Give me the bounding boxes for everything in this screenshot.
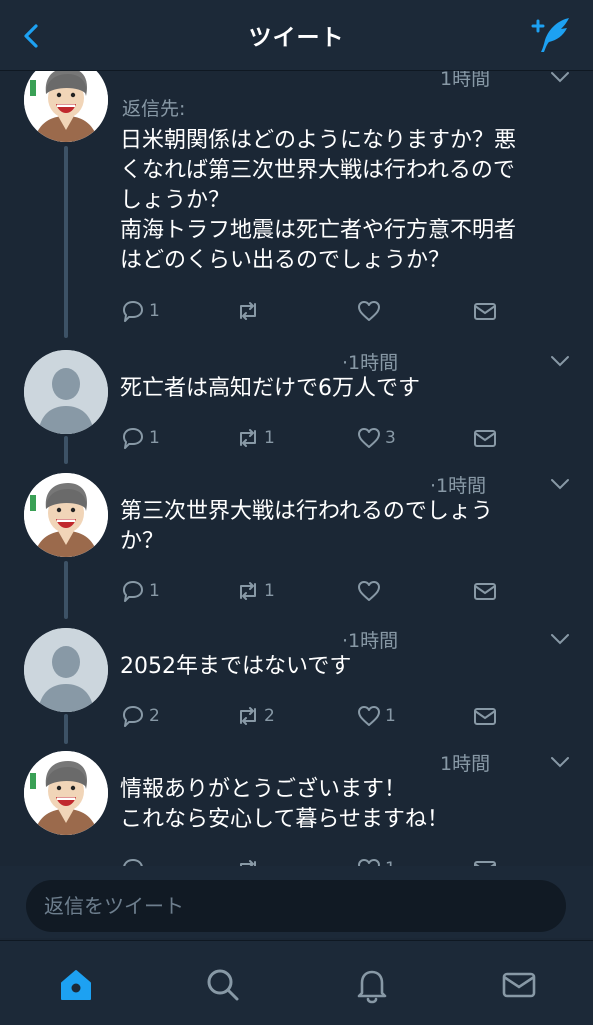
tweet-text: 日米朝関係はどのようになりますか？悪 くなれば第三次世界大戦は行われるので しょ… — [120, 128, 517, 273]
heart-icon — [358, 706, 380, 726]
notifications-icon — [357, 970, 387, 1004]
like-count: 1 — [385, 706, 396, 726]
chevron-down-icon[interactable] — [549, 632, 571, 646]
share-dm-button[interactable] — [472, 577, 498, 605]
envelope-icon — [474, 303, 496, 320]
illustrated-avatar-icon — [24, 751, 108, 835]
tab-home[interactable] — [56, 965, 96, 1005]
tweet-actions: 1 — [120, 297, 520, 325]
thread-line — [64, 146, 68, 338]
tweet-text: 死亡者は高知だけで6万人です — [120, 376, 420, 401]
tweet-5[interactable]: 1時間 情報ありがとうございます！ これなら安心して暮らせますね！ 1 — [0, 745, 593, 870]
retweet-button[interactable]: 1 — [235, 577, 275, 605]
avatar[interactable] — [24, 70, 108, 142]
reply-count: 1 — [149, 301, 160, 321]
heart-icon — [358, 428, 380, 448]
reply-icon — [123, 301, 143, 322]
bottom-tab-bar — [0, 940, 593, 1025]
avatar[interactable] — [24, 751, 108, 835]
tweet-time: ·1時間 — [342, 630, 399, 652]
thread-line — [64, 436, 68, 464]
tweet-1[interactable]: 1時間 返信先: 日米朝関係はどのようになりますか？悪 くなれば第三次世界大戦は… — [0, 70, 593, 340]
chevron-down-icon[interactable] — [549, 70, 571, 84]
reply-icon — [123, 581, 143, 602]
tweet-text: 2052年まではないです — [120, 654, 352, 679]
avatar[interactable] — [24, 473, 108, 557]
tweet-text: 情報ありがとうございます！ これなら安心して暮らせますね！ — [120, 777, 449, 832]
envelope-icon — [474, 583, 496, 600]
reply-count: 1 — [149, 428, 160, 448]
tweet-4[interactable]: ·1時間 2052年まではないです 2 2 1 — [0, 620, 593, 745]
conversation-thread[interactable]: 1時間 返信先: 日米朝関係はどのようになりますか？悪 くなれば第三次世界大戦は… — [0, 70, 593, 870]
heart-icon — [358, 301, 380, 321]
reply-input[interactable] — [26, 880, 566, 932]
tweet-time: ·1時間 — [430, 475, 487, 497]
chevron-down-icon[interactable] — [549, 354, 571, 368]
page-title: ツイート — [248, 25, 345, 51]
retweet-count: 1 — [264, 428, 275, 448]
tab-messages[interactable] — [499, 965, 539, 1005]
share-dm-button[interactable] — [472, 702, 498, 730]
like-button[interactable]: 3 — [356, 424, 396, 452]
chevron-down-icon[interactable] — [549, 755, 571, 769]
default-avatar-icon — [24, 628, 108, 712]
tweet-time: ·1時間 — [342, 352, 399, 374]
like-count: 3 — [385, 428, 396, 448]
tweet-actions: 2 2 1 — [120, 702, 520, 730]
tweet-text: 第三次世界大戦は行われるのでしょう か？ — [120, 499, 493, 554]
like-button[interactable]: 1 — [356, 702, 396, 730]
retweet-icon — [240, 429, 256, 447]
thread-line — [64, 714, 68, 744]
tweet-time: 1時間 — [440, 753, 491, 775]
reply-button[interactable]: 1 — [120, 577, 160, 605]
tweet-actions: 1 1 3 — [120, 424, 520, 452]
retweet-icon — [240, 302, 256, 320]
reply-count: 2 — [149, 706, 160, 726]
top-bar: ツイート — [0, 0, 593, 71]
illustrated-avatar-icon — [24, 70, 108, 142]
envelope-icon — [474, 708, 496, 725]
reply-button[interactable]: 1 — [120, 424, 160, 452]
retweet-icon — [240, 582, 256, 600]
share-dm-button[interactable] — [472, 297, 498, 325]
search-icon — [207, 969, 239, 1001]
tweet-actions: 1 1 — [120, 577, 520, 605]
reply-to-label: 返信先: — [122, 98, 186, 120]
reply-button[interactable]: 1 — [120, 297, 160, 325]
chevron-down-icon[interactable] — [549, 477, 571, 491]
tab-notifications[interactable] — [352, 965, 392, 1005]
reply-count: 1 — [149, 581, 160, 601]
retweet-button[interactable] — [235, 297, 264, 325]
avatar[interactable] — [24, 628, 108, 712]
thread-line — [64, 561, 68, 619]
reply-button[interactable]: 2 — [120, 702, 160, 730]
illustrated-avatar-icon — [24, 473, 108, 557]
retweet-button[interactable]: 2 — [235, 702, 275, 730]
retweet-button[interactable]: 1 — [235, 424, 275, 452]
retweet-icon — [240, 707, 256, 725]
reply-composer — [0, 866, 593, 938]
heart-icon — [358, 581, 380, 601]
tweet-2[interactable]: ·1時間 死亡者は高知だけで6万人です 1 1 3 — [0, 340, 593, 465]
reply-icon — [123, 428, 143, 449]
retweet-count: 2 — [264, 706, 275, 726]
tweet-time: 1時間 — [440, 70, 491, 90]
retweet-count: 1 — [264, 581, 275, 601]
messages-icon — [502, 972, 536, 998]
home-icon — [61, 970, 91, 1000]
avatar[interactable] — [24, 350, 108, 434]
envelope-icon — [474, 430, 496, 447]
reply-icon — [123, 706, 143, 727]
like-button[interactable] — [356, 577, 385, 605]
share-dm-button[interactable] — [472, 424, 498, 452]
like-button[interactable] — [356, 297, 385, 325]
compose-feather-icon[interactable] — [529, 14, 573, 56]
default-avatar-icon — [24, 350, 108, 434]
tweet-3[interactable]: ·1時間 第三次世界大戦は行われるのでしょう か？ 1 1 — [0, 465, 593, 620]
tab-search[interactable] — [203, 965, 243, 1005]
